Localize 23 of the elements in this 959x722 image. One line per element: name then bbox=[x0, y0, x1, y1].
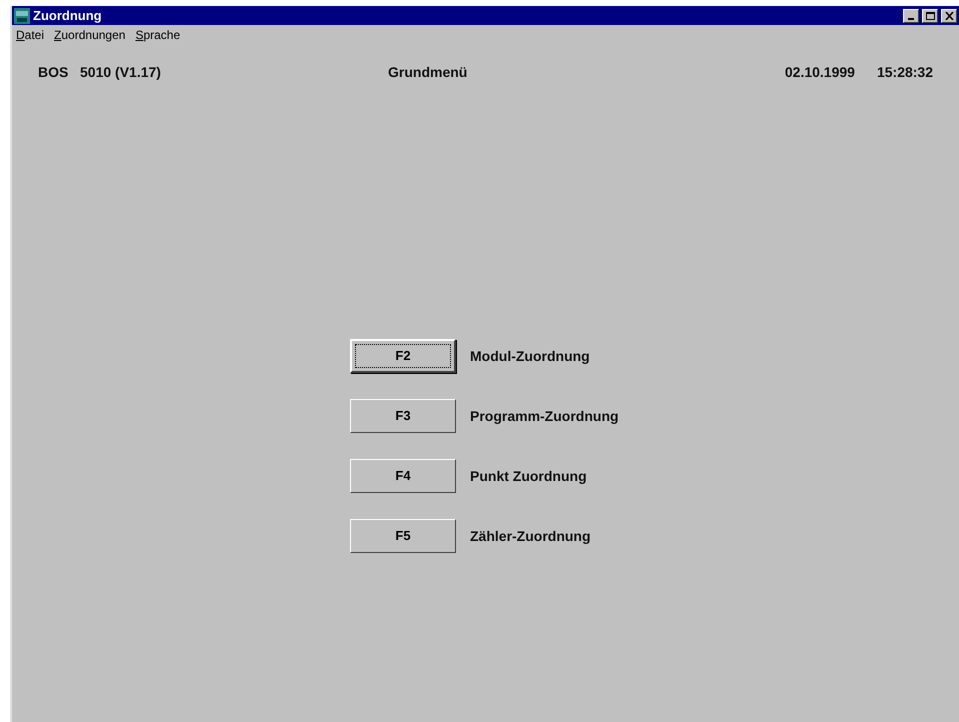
close-icon bbox=[944, 12, 954, 20]
menu-item[interactable]: Sprache bbox=[135, 26, 180, 44]
minimize-icon bbox=[908, 18, 914, 20]
function-key-button[interactable]: F4 bbox=[350, 459, 456, 493]
screen-title: Grundmenü bbox=[388, 63, 468, 82]
date-text: 02.10.1999 bbox=[784, 63, 855, 82]
function-key-button[interactable]: F5 bbox=[350, 519, 456, 553]
maximize-button[interactable] bbox=[922, 8, 938, 22]
function-key-button[interactable]: F2 bbox=[350, 339, 456, 373]
function-key-button[interactable]: F3 bbox=[350, 399, 456, 433]
menu-item[interactable]: Zuordnungen bbox=[54, 26, 126, 44]
function-label: Modul-Zuordnung bbox=[470, 346, 590, 366]
time-text: 15:28:32 bbox=[876, 63, 933, 82]
device-version: BOS 5010 (V1.17) bbox=[38, 63, 162, 82]
maximize-icon bbox=[926, 12, 934, 20]
function-label: Programm-Zuordnung bbox=[470, 406, 619, 426]
window-title: Zuordnung bbox=[33, 9, 102, 22]
minimize-button[interactable] bbox=[903, 8, 919, 22]
close-button[interactable] bbox=[941, 8, 957, 22]
menu-item[interactable]: Datei bbox=[16, 26, 44, 44]
function-label: Punkt Zuordnung bbox=[470, 466, 587, 486]
function-label: Zähler-Zuordnung bbox=[470, 526, 591, 546]
app-icon bbox=[14, 8, 30, 24]
